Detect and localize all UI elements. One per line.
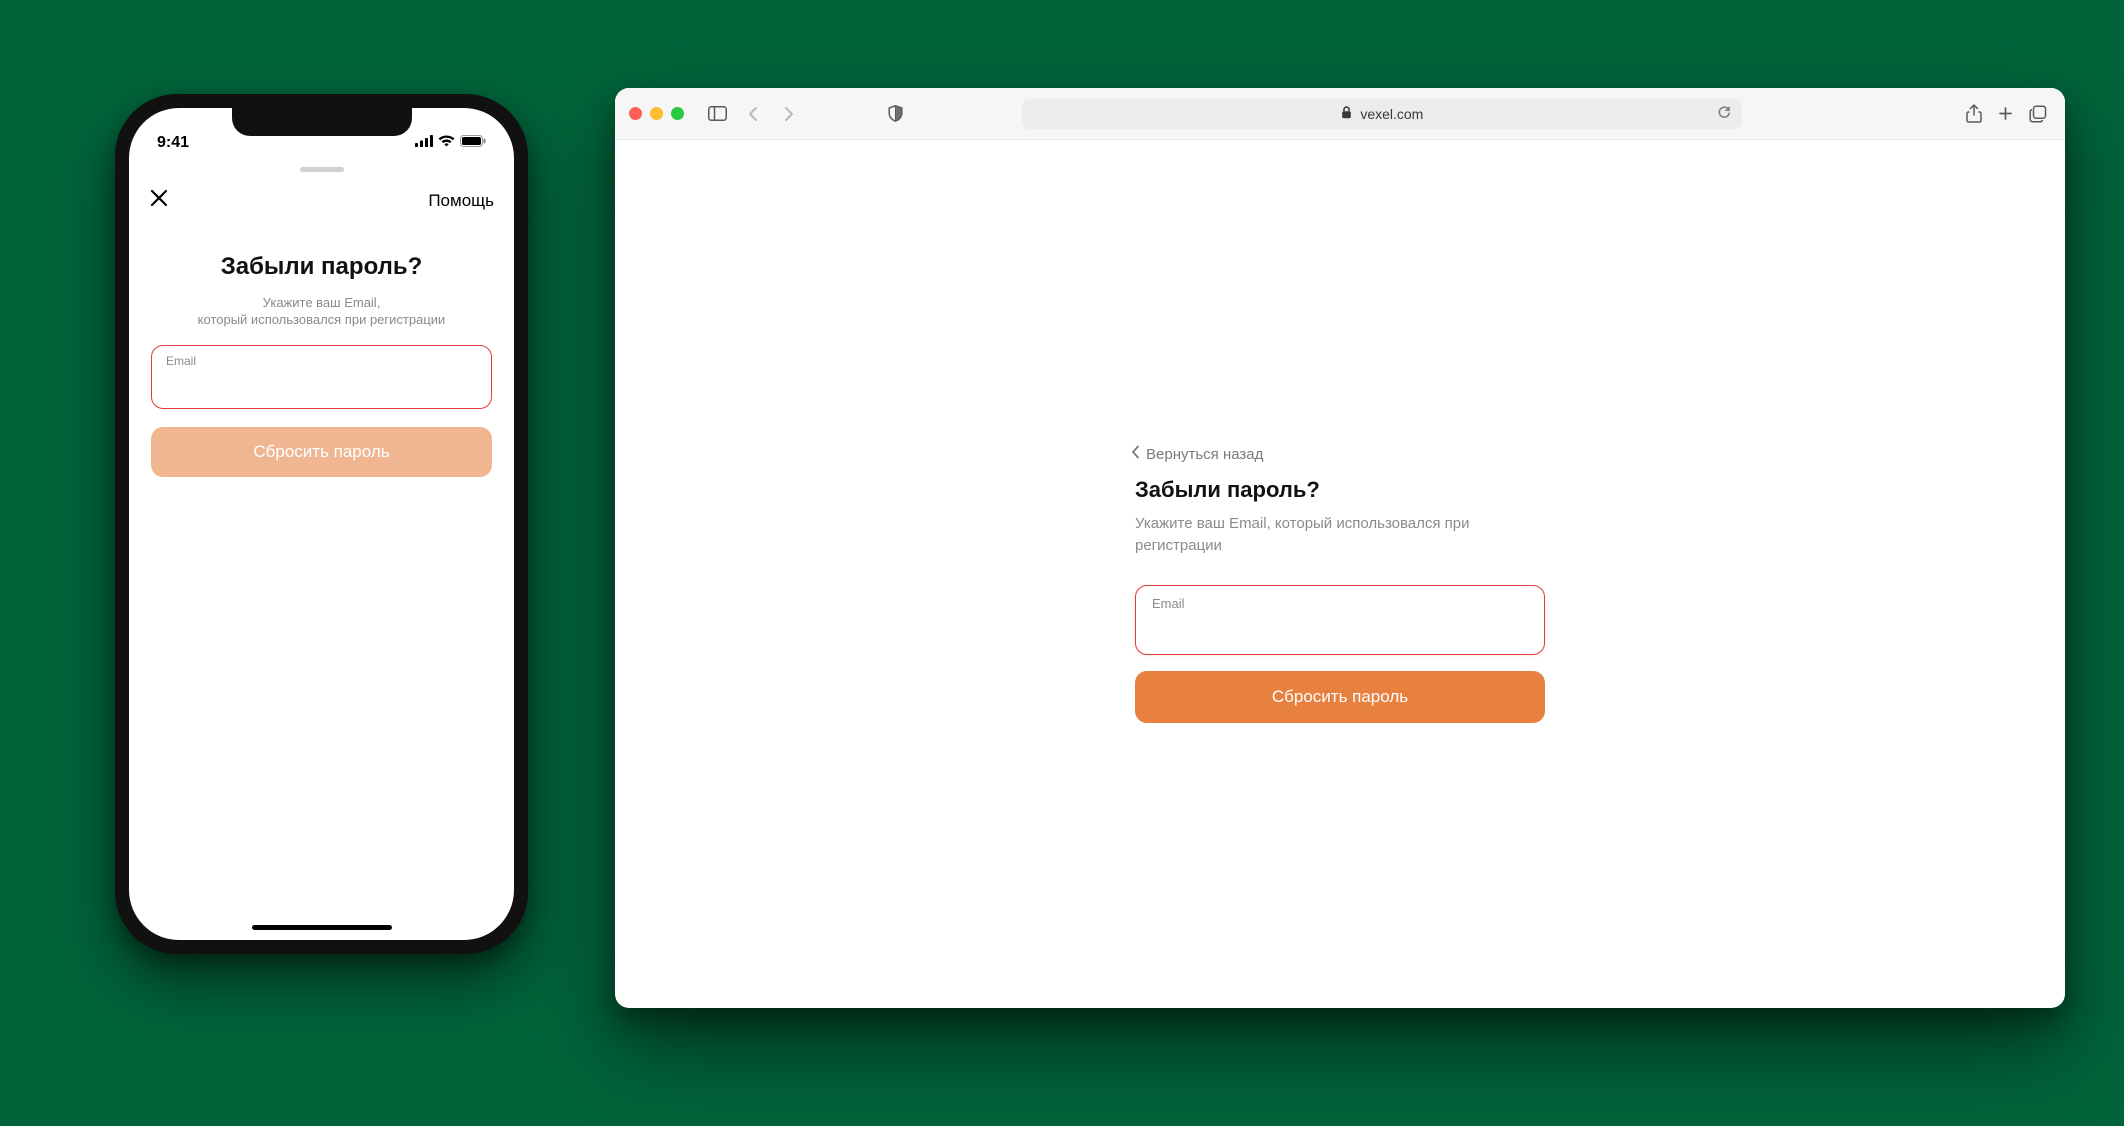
page-subtitle-line2: который использовался при регистрации: [151, 312, 492, 327]
email-input[interactable]: [166, 370, 477, 388]
privacy-shield-icon[interactable]: [882, 101, 908, 127]
close-icon[interactable]: [149, 188, 169, 213]
page-title: Забыли пароль?: [1135, 477, 1545, 503]
lock-icon: [1341, 106, 1352, 122]
phone-device-frame: 9:41 Помощь Забыли пароль? Ука: [115, 94, 528, 954]
share-icon[interactable]: [1961, 101, 1987, 127]
page-subtitle-line1: Укажите ваш Email,: [151, 295, 492, 310]
battery-icon: [460, 134, 486, 152]
reset-password-button[interactable]: Сбросить пароль: [1135, 671, 1545, 723]
page-title: Забыли пароль?: [151, 253, 492, 281]
email-input[interactable]: [1152, 613, 1528, 633]
chevron-left-icon: [1131, 445, 1140, 463]
back-link[interactable]: Вернуться назад: [1131, 445, 1545, 463]
browser-toolbar: vexel.com: [615, 88, 2065, 140]
phone-notch: [232, 108, 412, 136]
reload-icon[interactable]: [1717, 105, 1732, 123]
email-field-container[interactable]: Email: [1135, 585, 1545, 655]
window-traffic-lights: [629, 107, 684, 120]
tabs-overview-icon[interactable]: [2025, 101, 2051, 127]
phone-screen: 9:41 Помощь Забыли пароль? Ука: [129, 108, 514, 940]
help-link[interactable]: Помощь: [428, 191, 494, 211]
page-subtitle: Укажите ваш Email, который использовался…: [1135, 513, 1545, 557]
email-field-container[interactable]: Email: [151, 345, 492, 409]
address-host: vexel.com: [1360, 106, 1423, 122]
browser-viewport: Вернуться назад Забыли пароль? Укажите в…: [615, 140, 2065, 1008]
nav-forward-icon[interactable]: [776, 101, 802, 127]
sheet-grabber[interactable]: [129, 160, 514, 178]
nav-back-icon[interactable]: [740, 101, 766, 127]
window-minimize-button[interactable]: [650, 107, 663, 120]
email-label: Email: [1152, 596, 1528, 611]
wifi-icon: [438, 134, 455, 152]
email-label: Email: [166, 354, 477, 368]
home-indicator[interactable]: [252, 925, 392, 930]
window-close-button[interactable]: [629, 107, 642, 120]
address-bar[interactable]: vexel.com: [1022, 99, 1742, 129]
reset-password-button[interactable]: Сбросить пароль: [151, 427, 492, 477]
sidebar-toggle-icon[interactable]: [704, 101, 730, 127]
browser-window: vexel.com Вернуться назад: [615, 88, 2065, 1008]
window-zoom-button[interactable]: [671, 107, 684, 120]
new-tab-icon[interactable]: [1993, 101, 2019, 127]
back-link-label: Вернуться назад: [1146, 446, 1263, 463]
cellular-signal-icon: [415, 134, 433, 152]
status-time: 9:41: [157, 134, 189, 152]
